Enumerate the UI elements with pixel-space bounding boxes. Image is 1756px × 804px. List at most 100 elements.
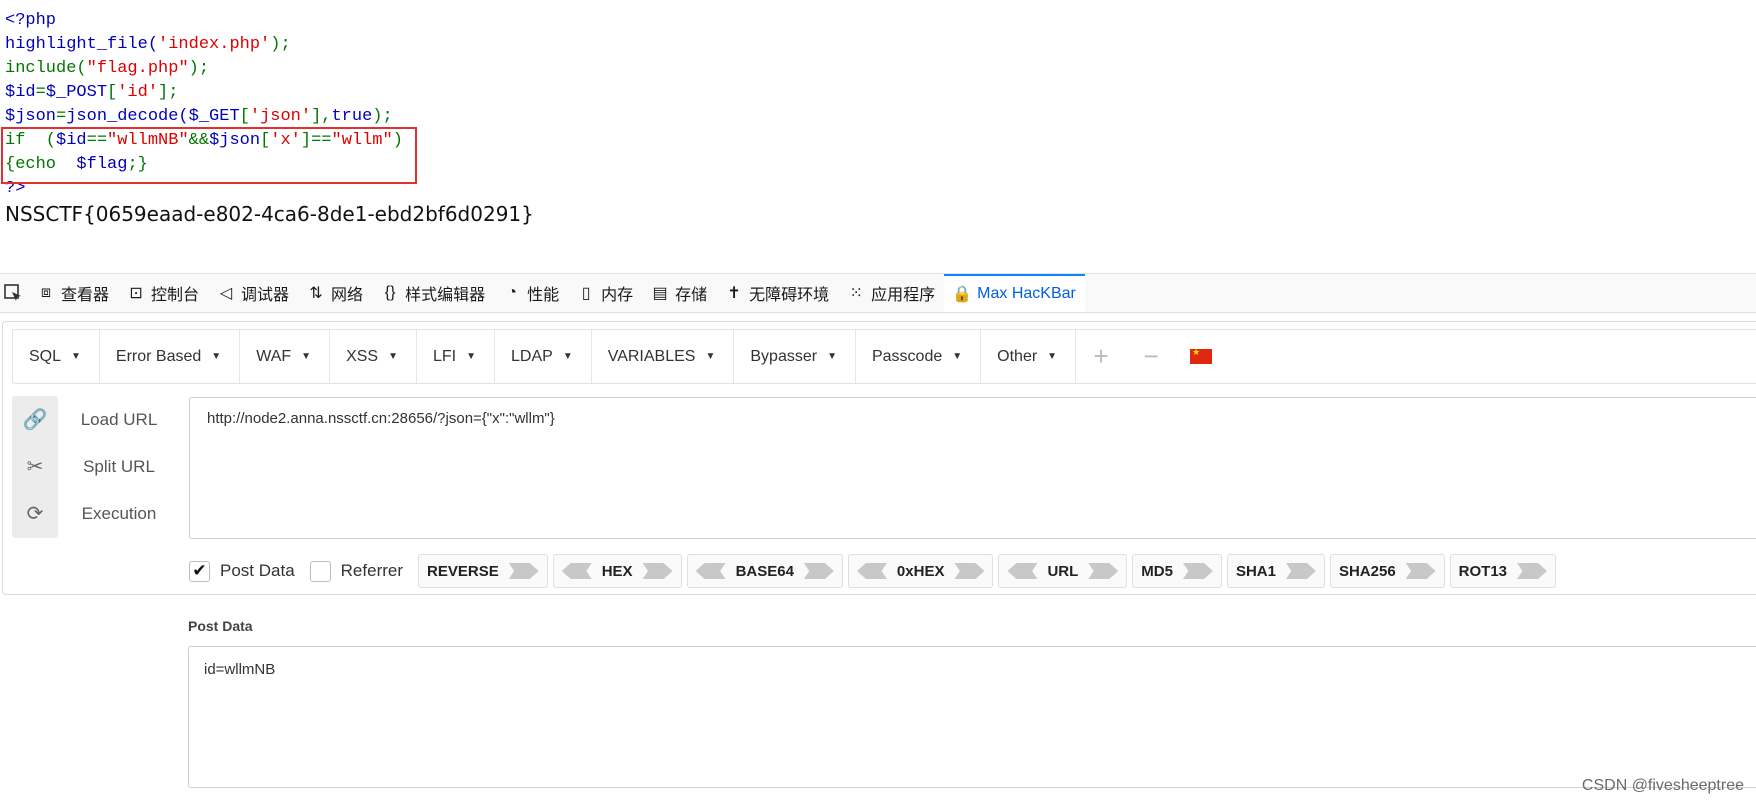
add-icon[interactable]: + bbox=[1076, 330, 1126, 383]
tab-console-label: 控制台 bbox=[151, 287, 200, 304]
menu-label: WAF bbox=[256, 347, 292, 365]
caret-down-icon: ▼ bbox=[388, 351, 398, 362]
code-token: include( bbox=[5, 59, 87, 78]
caret-down-icon: ▼ bbox=[562, 351, 573, 362]
caret-down-icon: ▼ bbox=[952, 351, 963, 362]
menu-label: VARIABLES bbox=[607, 347, 696, 365]
tab-memory-label: 内存 bbox=[601, 287, 634, 304]
encoder-sha256-button[interactable]: SHA256 bbox=[1329, 554, 1445, 588]
encoder-sha1-button[interactable]: SHA1 bbox=[1226, 554, 1325, 588]
arrow-right-icon[interactable] bbox=[954, 563, 985, 579]
tab-style-editor[interactable]: {} 样式编辑器 bbox=[372, 274, 494, 312]
tab-max-hackbar-label: Max HacKBar bbox=[977, 285, 1076, 302]
encoder-url-button[interactable]: URL bbox=[998, 554, 1128, 588]
code-line: include("flag.php"); bbox=[5, 57, 403, 81]
arrow-right-icon[interactable] bbox=[1182, 563, 1213, 579]
encoder-label: SHA1 bbox=[1235, 562, 1276, 580]
menu-label: Other bbox=[997, 347, 1038, 365]
referrer-checkbox-label: Referrer bbox=[340, 561, 404, 580]
menu-label: SQL bbox=[29, 347, 62, 365]
post-data-checkbox[interactable]: ✔ Post Data bbox=[189, 560, 295, 582]
arrow-right-icon[interactable] bbox=[1088, 563, 1119, 579]
arrow-right-icon[interactable] bbox=[508, 563, 539, 579]
menu-variables[interactable]: VARIABLES ▼ bbox=[592, 330, 735, 383]
element-picker-button[interactable] bbox=[0, 274, 28, 312]
highlight-box bbox=[1, 127, 417, 184]
arrow-right-icon[interactable] bbox=[1517, 563, 1548, 579]
arrow-left-icon[interactable] bbox=[561, 563, 592, 579]
arrow-right-icon[interactable] bbox=[1285, 563, 1316, 579]
cursor-picker-icon bbox=[4, 284, 22, 302]
menu-bypasser[interactable]: Bypasser ▼ bbox=[734, 330, 856, 383]
refresh-icon[interactable]: ⟳ bbox=[12, 490, 58, 537]
menu-sql[interactable]: SQL ▼ bbox=[13, 330, 100, 383]
tab-console[interactable]: ⊡ 控制台 bbox=[118, 274, 208, 312]
tab-performance-label: 性能 bbox=[527, 287, 560, 304]
referrer-checkbox[interactable]: Referrer bbox=[309, 560, 404, 582]
tab-style-editor-label: 样式编辑器 bbox=[405, 287, 486, 304]
encoder-label: MD5 bbox=[1141, 562, 1173, 580]
arrow-right-icon[interactable] bbox=[1405, 563, 1436, 579]
menu-other[interactable]: Other ▼ bbox=[981, 330, 1077, 383]
caret-down-icon: ▼ bbox=[211, 351, 222, 362]
console-icon: ⊡ bbox=[129, 285, 143, 302]
hackbar-panel: SQL ▼ Error Based ▼ WAF ▼ XSS ▼ LFI ▼ LDAP ▼ VARIABL… bbox=[2, 321, 1756, 595]
url-input[interactable]: http://node2.anna.nssctf.cn:28656/?json=… bbox=[189, 397, 1756, 539]
link-icon[interactable]: 🔗 bbox=[12, 396, 58, 443]
storage-icon: ▤ bbox=[652, 285, 668, 302]
menu-waf[interactable]: WAF ▼ bbox=[240, 330, 331, 383]
menu-lfi[interactable]: LFI ▼ bbox=[417, 330, 496, 383]
encoder-label: HEX bbox=[601, 562, 633, 580]
menu-ldap[interactable]: LDAP ▼ bbox=[495, 330, 592, 383]
encoder-base64-button[interactable]: BASE64 bbox=[686, 554, 843, 588]
code-token: [ bbox=[107, 83, 118, 102]
remove-icon[interactable]: − bbox=[1126, 330, 1176, 383]
arrow-left-icon[interactable] bbox=[1007, 563, 1038, 579]
tab-storage[interactable]: ▤ 存储 bbox=[642, 274, 716, 312]
tab-max-hackbar[interactable]: 🔒 Max HacKBar bbox=[944, 274, 1085, 312]
code-token: ); bbox=[372, 107, 393, 126]
caret-down-icon: ▼ bbox=[705, 351, 716, 362]
encoder-hex-button[interactable]: HEX bbox=[552, 554, 682, 588]
post-data-input[interactable]: id=wllmNB bbox=[188, 646, 1756, 788]
devtools-toolbar: ⧈ 查看器 ⊡ 控制台 ◁ 调试器 ⇅ 网络 {} 样式编辑器 ◔ 性能 ▯ 内存 ▤ 存储 ✝ 无障碍环境 ⁙ 应用… bbox=[0, 273, 1756, 313]
load-url-button[interactable]: Load URL bbox=[59, 396, 179, 443]
arrow-left-icon[interactable] bbox=[695, 563, 726, 579]
code-token: $_GET bbox=[188, 107, 240, 126]
encoder-md5-button[interactable]: MD5 bbox=[1132, 554, 1222, 588]
hackbar-menubar: SQL ▼ Error Based ▼ WAF ▼ XSS ▼ LFI ▼ LDAP ▼ VARIABL… bbox=[12, 329, 1756, 384]
split-url-button[interactable]: Split URL bbox=[59, 443, 179, 490]
menu-error-based[interactable]: Error Based ▼ bbox=[100, 330, 241, 383]
scissors-icon[interactable]: ✂ bbox=[12, 443, 58, 490]
post-data-checkbox-label: Post Data bbox=[220, 561, 295, 580]
code-token: 'id' bbox=[117, 83, 159, 102]
tab-storage-label: 存储 bbox=[675, 287, 708, 304]
braces-icon: {} bbox=[384, 284, 396, 301]
execution-button[interactable]: Execution bbox=[59, 490, 179, 537]
action-label-column: Load URL Split URL Execution bbox=[59, 396, 179, 537]
china-flag-icon[interactable] bbox=[1190, 347, 1213, 364]
menu-label: Bypasser bbox=[750, 347, 818, 365]
encoder-reverse-button[interactable]: REVERSE bbox=[418, 554, 548, 588]
tab-network[interactable]: ⇅ 网络 bbox=[298, 274, 372, 312]
tab-application-label: 应用程序 bbox=[871, 287, 936, 304]
arrow-right-icon[interactable] bbox=[642, 563, 673, 579]
menu-label: Passcode bbox=[871, 347, 943, 365]
arrow-left-icon[interactable] bbox=[856, 563, 887, 579]
menu-xss[interactable]: XSS ▼ bbox=[330, 330, 417, 383]
encoder-rot13-button[interactable]: ROT13 bbox=[1449, 554, 1557, 588]
code-token: = bbox=[56, 107, 67, 126]
arrow-right-icon[interactable] bbox=[803, 563, 834, 579]
tab-memory[interactable]: ▯ 内存 bbox=[568, 274, 642, 312]
grid-icon: ⁙ bbox=[849, 285, 863, 302]
encoder-0xhex-button[interactable]: 0xHEX bbox=[847, 554, 994, 588]
menu-label: LFI bbox=[432, 347, 457, 365]
tab-application[interactable]: ⁙ 应用程序 bbox=[838, 274, 944, 312]
tab-inspector[interactable]: ⧈ 查看器 bbox=[28, 274, 118, 312]
tab-accessibility[interactable]: ✝ 无障碍环境 bbox=[716, 274, 838, 312]
menu-passcode[interactable]: Passcode ▼ bbox=[856, 330, 982, 383]
tab-performance[interactable]: ◔ 性能 bbox=[494, 274, 568, 312]
caret-down-icon: ▼ bbox=[466, 351, 477, 362]
tab-debugger[interactable]: ◁ 调试器 bbox=[208, 274, 298, 312]
encoder-label: 0xHEX bbox=[896, 562, 945, 580]
